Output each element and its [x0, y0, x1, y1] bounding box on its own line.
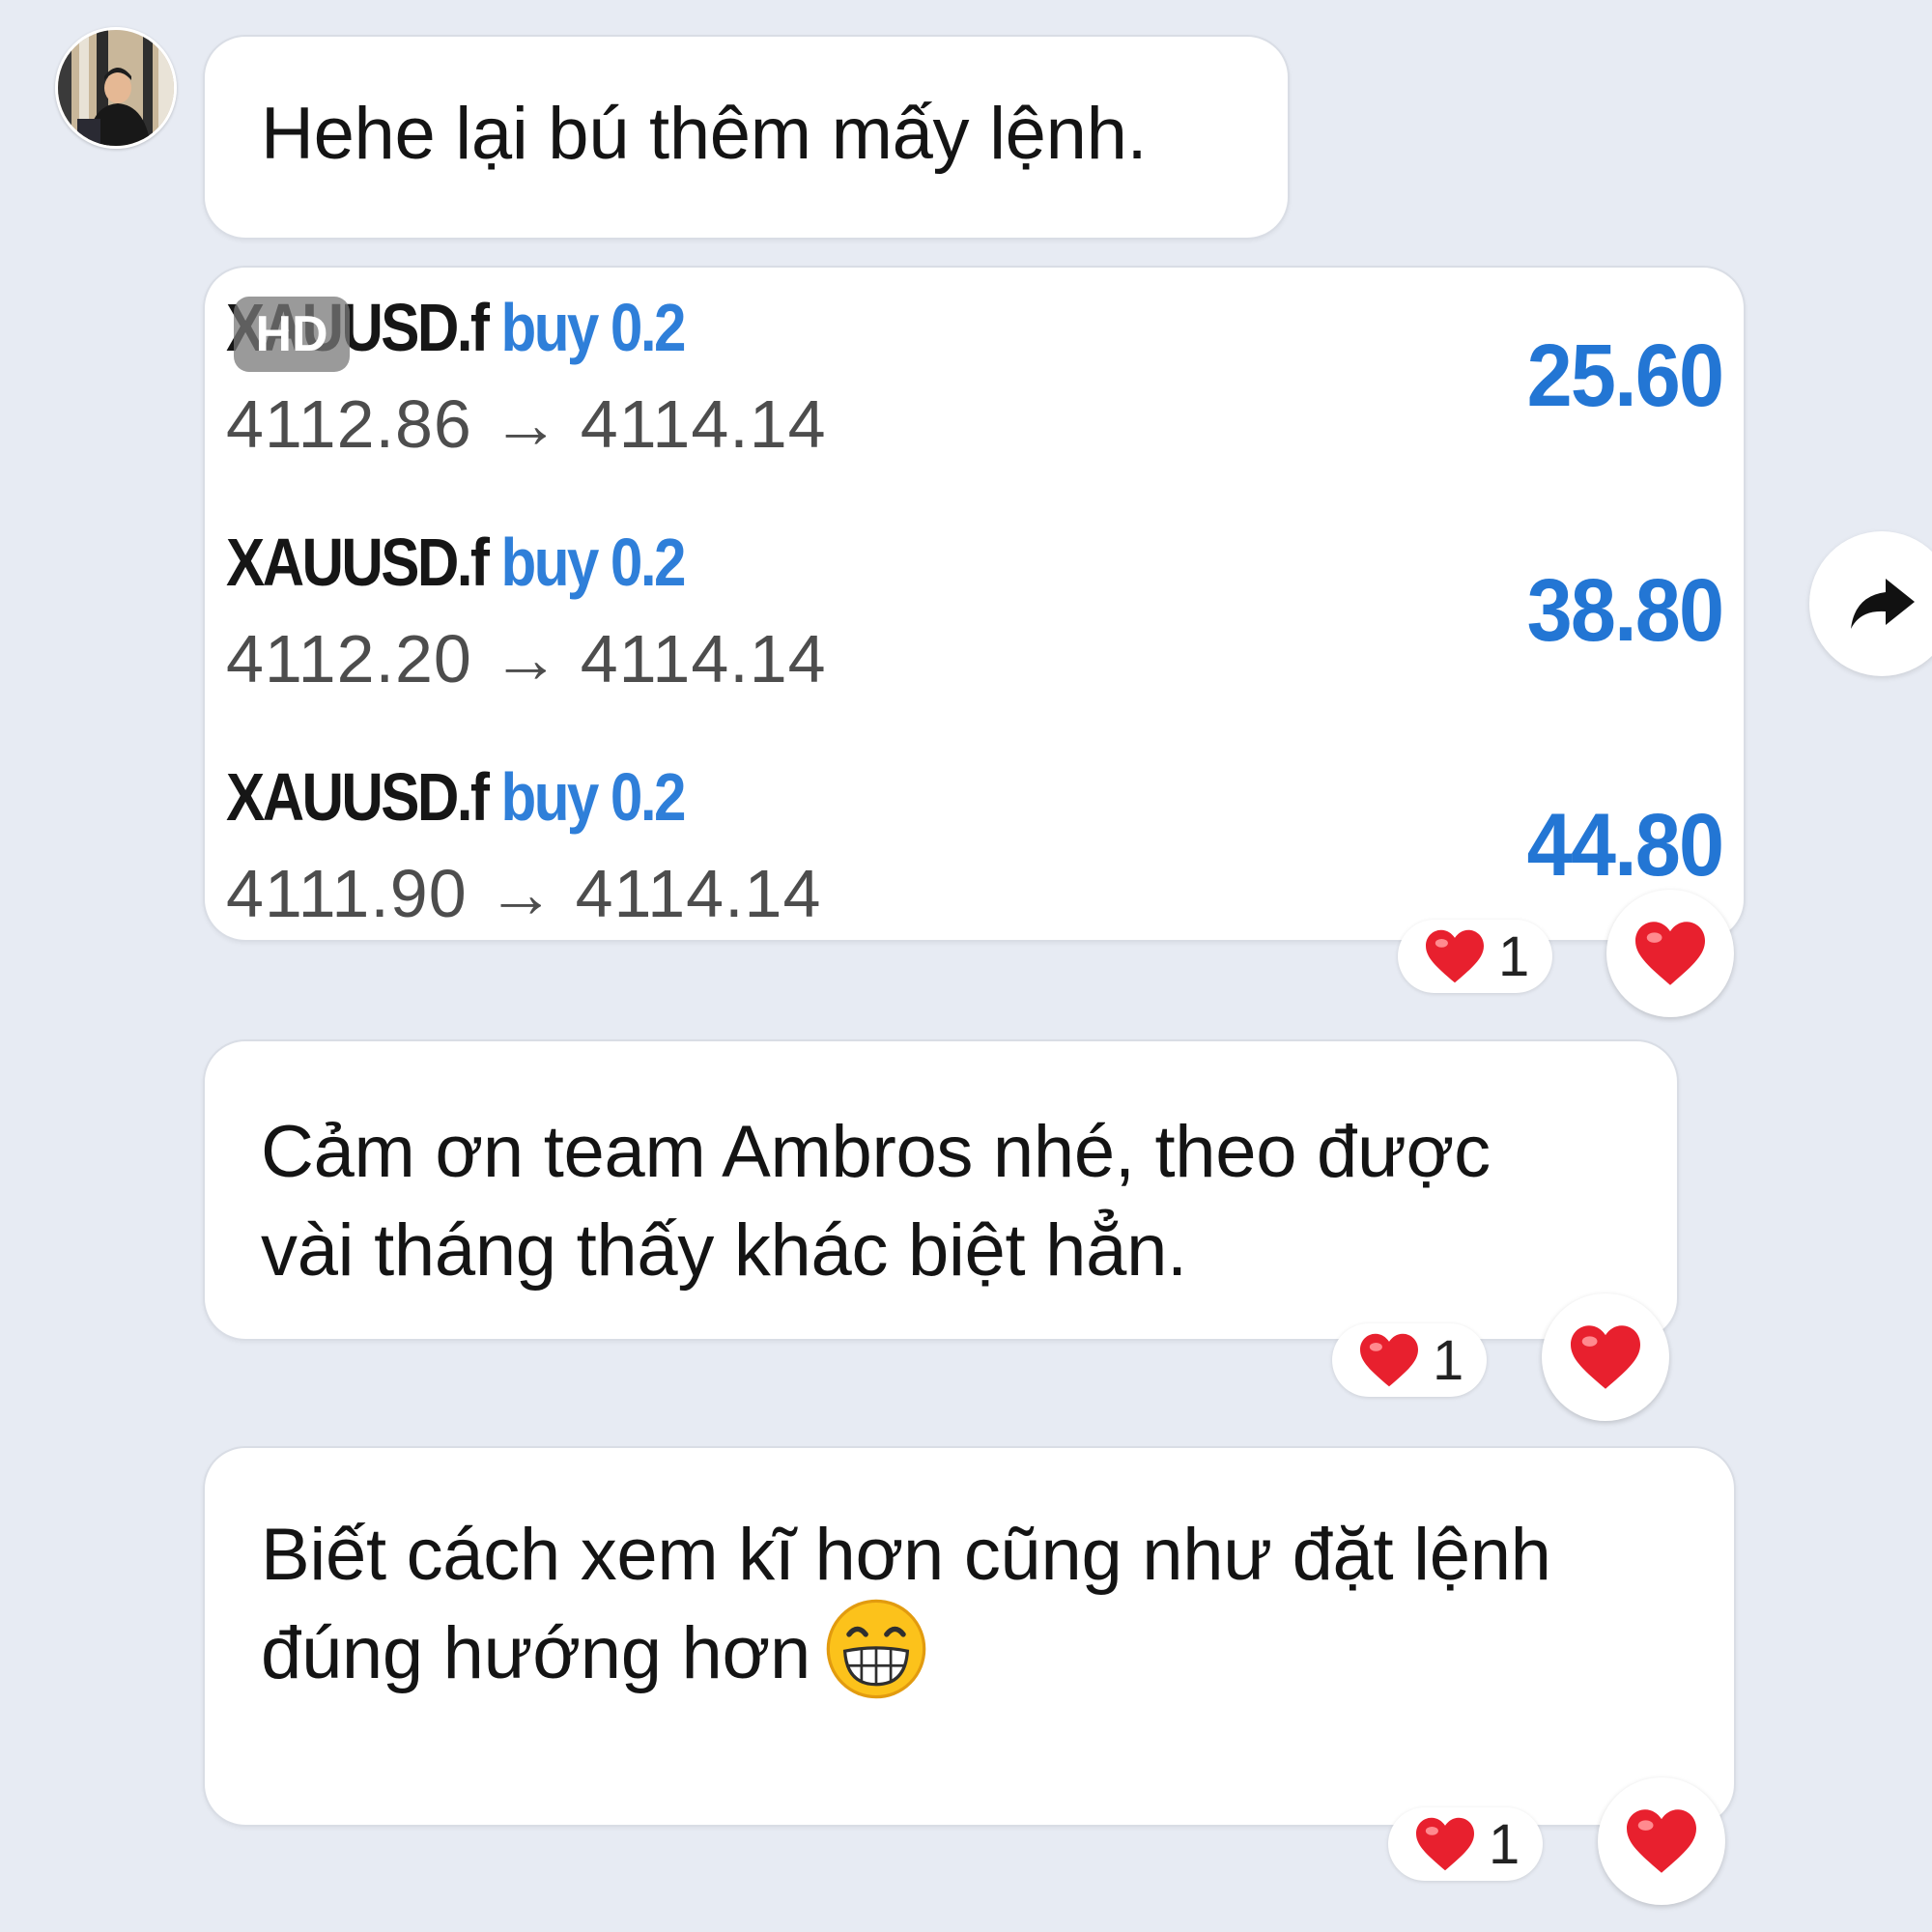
arrow-icon: →: [492, 621, 561, 696]
trade-row-3: XAUUSD.f buy 0.2 4111.90 → 4114.14 44.80: [226, 758, 1724, 940]
open-price: 4112.20: [226, 621, 472, 696]
reaction-summary[interactable]: 1: [1398, 920, 1553, 993]
trade-symbol: XAUUSD.f: [226, 525, 490, 600]
message-text-line-2: vài tháng thấy khác biệt hẳn.: [261, 1209, 1187, 1292]
trade-symbol: XAUUSD.f: [226, 759, 490, 835]
reaction-summary[interactable]: 1: [1388, 1807, 1544, 1881]
message-bubble-3[interactable]: Biết cách xem kĩ hơn cũng như đặt lệnh đ…: [203, 1446, 1736, 1827]
trade-profit: 38.80: [1526, 561, 1723, 660]
trade-profit: 25.60: [1526, 327, 1723, 425]
reaction-count: 1: [1489, 1812, 1520, 1876]
trade-row-1: XAUUSD.f buy 0.2 4112.86 → 4114.14 25.60: [226, 289, 1724, 521]
message-bubble-2[interactable]: Cảm ơn team Ambros nhé, theo được vài th…: [203, 1039, 1679, 1341]
trade-side: buy 0.2: [500, 525, 686, 600]
arrow-icon: →: [492, 386, 561, 462]
heart-icon: [1360, 1333, 1418, 1387]
heart-icon: [1571, 1325, 1640, 1389]
message-text-line-1: Biết cách xem kĩ hơn cũng như đặt lệnh: [261, 1514, 1551, 1596]
heart-icon: [1627, 1809, 1696, 1873]
trade-row-2: XAUUSD.f buy 0.2 4112.20 → 4114.14 38.80: [226, 524, 1724, 755]
share-arrow-icon: [1851, 579, 1915, 629]
trade-side: buy 0.2: [500, 759, 686, 835]
trade-results-image[interactable]: XAUUSD.f buy 0.2 4112.86 → 4114.14 25.60…: [203, 266, 1746, 942]
react-heart-button[interactable]: [1598, 1777, 1725, 1905]
trade-profit: 44.80: [1526, 796, 1723, 895]
arrow-icon: →: [487, 856, 556, 931]
react-heart-button[interactable]: [1542, 1293, 1669, 1421]
heart-icon: [1416, 1817, 1474, 1871]
close-price: 4114.14: [580, 621, 827, 696]
open-price: 4111.90: [226, 856, 468, 931]
message-text-line-2: đúng hướng hơn: [261, 1612, 810, 1694]
react-heart-button[interactable]: [1606, 890, 1734, 1017]
heart-icon: [1635, 922, 1705, 985]
reaction-count: 1: [1498, 924, 1530, 988]
reaction-count: 1: [1433, 1328, 1464, 1392]
grinning-face-emoji: [826, 1599, 926, 1699]
message-text-line-1: Cảm ơn team Ambros nhé, theo được: [261, 1111, 1491, 1193]
reaction-summary[interactable]: 1: [1332, 1323, 1488, 1397]
hd-badge: HD: [234, 297, 350, 372]
close-price: 4114.14: [580, 386, 827, 462]
message-text: Hehe lại bú thêm mấy lệnh.: [261, 93, 1148, 175]
heart-icon: [1426, 929, 1484, 983]
message-bubble-1[interactable]: Hehe lại bú thêm mấy lệnh.: [203, 35, 1290, 240]
close-price: 4114.14: [575, 856, 822, 931]
share-button[interactable]: [1809, 531, 1932, 676]
trade-side: buy 0.2: [500, 290, 686, 365]
sender-avatar[interactable]: [55, 27, 177, 149]
open-price: 4112.86: [226, 386, 472, 462]
